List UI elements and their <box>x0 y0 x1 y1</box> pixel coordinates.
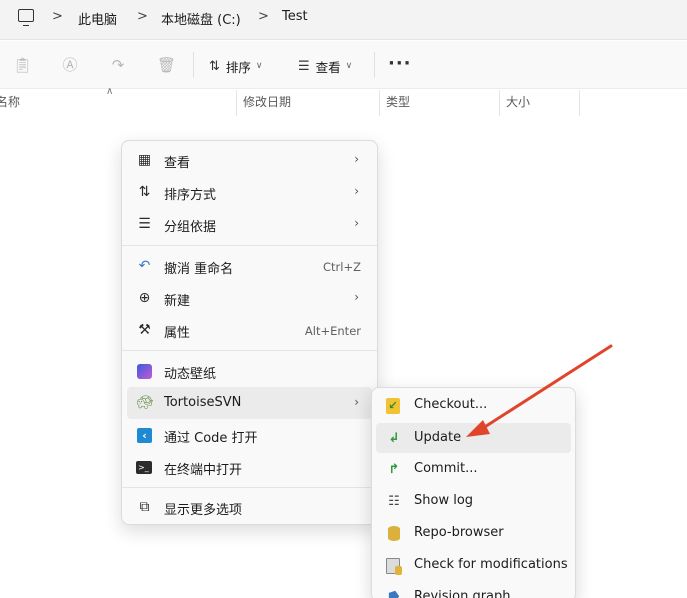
column-divider[interactable] <box>579 90 580 116</box>
menu-item-undo-rename[interactable]: ↶ 撤消 重命名 Ctrl+Z <box>122 250 377 282</box>
menu-item-new[interactable]: ⊕ 新建 › <box>122 282 377 314</box>
wallpaper-icon <box>136 363 153 380</box>
shortcut-undo: Ctrl+Z <box>323 260 361 274</box>
vscode-icon: ‹ <box>136 427 153 444</box>
svn-item-revision-graph[interactable]: ⭓ Revision graph <box>372 582 575 598</box>
menu-item-tortoisesvn[interactable]: 🐢︎ TortoiseSVN › <box>122 387 377 419</box>
breadcrumb-separator-icon[interactable]: > <box>258 9 269 24</box>
breadcrumb-local-disk[interactable]: 本地磁盘 (C:) <box>161 9 241 28</box>
sort-icon: ⇅ <box>209 58 220 74</box>
chevron-right-icon: › <box>354 395 359 409</box>
chevron-right-icon: › <box>354 184 359 198</box>
toolbar-divider <box>193 52 194 78</box>
menu-item-properties[interactable]: ⚒ 属性 Alt+Enter <box>122 314 377 346</box>
more-options-icon: ⧉ <box>139 499 150 515</box>
graph-icon: ⭓ <box>388 590 400 598</box>
chevron-right-icon: › <box>354 152 359 166</box>
breadcrumb-separator-icon[interactable]: > <box>137 9 148 24</box>
menu-item-open-with-code[interactable]: ‹ 通过 Code 打开 <box>122 419 377 451</box>
shortcut-properties: Alt+Enter <box>304 324 361 338</box>
menu-item-dynamic-wallpaper[interactable]: 动态壁纸 <box>122 355 377 387</box>
undo-icon: ↶ <box>138 258 151 274</box>
wrench-icon: ⚒ <box>138 322 151 338</box>
modifications-icon <box>386 558 402 575</box>
breadcrumb-test[interactable]: Test <box>282 9 308 24</box>
rename-icon[interactable]: Ⓐ <box>61 56 79 74</box>
menu-divider <box>122 350 377 351</box>
log-icon: ☷ <box>388 494 400 509</box>
menu-item-sort-by[interactable]: ⇅ 排序方式 › <box>122 176 377 208</box>
delete-icon[interactable]: 🗑︎ <box>157 56 176 74</box>
svn-item-checkout[interactable]: ↙ Checkout... <box>372 390 575 422</box>
svn-item-show-log[interactable]: ☷ Show log <box>372 486 575 518</box>
paste-icon[interactable]: 📋︎ <box>13 56 32 74</box>
column-divider[interactable] <box>499 90 500 116</box>
tortoisesvn-submenu: ↙ Checkout... ↲ Update ↱ Commit... ☷ Sho… <box>371 387 576 598</box>
column-divider[interactable] <box>236 90 237 116</box>
toolbar-divider <box>374 52 375 78</box>
column-header-size[interactable]: 大小 <box>506 93 530 110</box>
view-icon: ☰ <box>298 58 310 74</box>
menu-divider <box>122 487 377 488</box>
terminal-icon: >_ <box>136 459 153 476</box>
sort-label: 排序 <box>225 59 251 75</box>
sort-caret-icon: ∧ <box>106 86 114 97</box>
chevron-right-icon: › <box>354 216 359 230</box>
group-icon: ☰ <box>138 216 151 232</box>
menu-divider <box>122 245 377 246</box>
context-menu: ▦ 查看 › ⇅ 排序方式 › ☰ 分组依据 › ↶ 撤消 重命名 Ctrl+Z… <box>121 140 378 525</box>
menu-item-group-by[interactable]: ☰ 分组依据 › <box>122 208 377 240</box>
sort-button[interactable]: ⇅ 排序 ∨ <box>209 55 263 77</box>
sort-icon: ⇅ <box>138 184 151 200</box>
commit-icon: ↱ <box>388 462 400 477</box>
breadcrumb-this-pc[interactable]: 此电脑 <box>78 9 117 28</box>
more-options-button[interactable]: ··· <box>388 55 412 73</box>
view-button[interactable]: ☰ 查看 ∨ <box>298 55 352 77</box>
computer-icon[interactable] <box>18 9 34 26</box>
column-header-type[interactable]: 类型 <box>386 93 410 110</box>
chevron-down-icon: ∨ <box>255 61 263 71</box>
repo-icon <box>386 526 402 542</box>
column-header-modified[interactable]: 修改日期 <box>243 93 291 110</box>
update-icon: ↲ <box>388 431 400 446</box>
column-header-name[interactable]: 名称 <box>0 93 20 110</box>
chevron-right-icon: › <box>354 290 359 304</box>
column-divider[interactable] <box>379 90 380 116</box>
view-label: 查看 <box>315 59 341 75</box>
checkout-icon: ↙ <box>386 398 402 414</box>
svn-item-repo-browser[interactable]: Repo-browser <box>372 518 575 550</box>
chevron-down-icon: ∨ <box>345 61 353 71</box>
svn-item-update[interactable]: ↲ Update <box>372 423 575 455</box>
breadcrumb-separator-icon[interactable]: > <box>52 9 63 24</box>
menu-item-show-more-options[interactable]: ⧉ 显示更多选项 <box>122 491 377 523</box>
share-icon[interactable]: ↷ <box>109 56 127 74</box>
tortoise-icon: 🐢︎ <box>136 395 154 411</box>
svn-item-check-modifications[interactable]: Check for modifications <box>372 550 575 582</box>
grid-icon: ▦ <box>137 152 152 168</box>
plus-circle-icon: ⊕ <box>138 290 151 306</box>
svn-item-commit[interactable]: ↱ Commit... <box>372 454 575 486</box>
menu-item-open-in-terminal[interactable]: >_ 在终端中打开 <box>122 451 377 483</box>
menu-item-view[interactable]: ▦ 查看 › <box>122 144 377 176</box>
